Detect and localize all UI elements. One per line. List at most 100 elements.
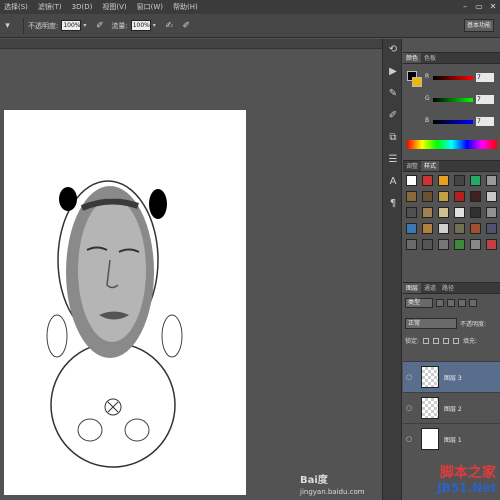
minimize-icon[interactable]: –	[460, 3, 470, 11]
actions-icon[interactable]: ▶	[383, 61, 403, 83]
style-swatch[interactable]	[438, 191, 449, 202]
brush-icon[interactable]: ✐	[383, 105, 403, 127]
style-swatch[interactable]	[454, 191, 465, 202]
green-slider[interactable]: G 7	[425, 95, 497, 105]
tab-styles[interactable]: 样式	[421, 161, 440, 171]
pressure-size-icon[interactable]: ✐	[181, 20, 192, 32]
layer-kind-select[interactable]: 类型	[405, 297, 433, 308]
style-swatch[interactable]	[438, 239, 449, 250]
tab-color[interactable]: 颜色	[403, 53, 422, 63]
style-swatch[interactable]	[470, 191, 481, 202]
style-swatch[interactable]	[470, 175, 481, 186]
lock-image-icon[interactable]	[433, 337, 440, 344]
style-swatch[interactable]	[438, 175, 449, 186]
style-swatch[interactable]	[486, 207, 497, 218]
chevron-down-icon[interactable]: ▾	[153, 20, 160, 31]
style-swatch[interactable]	[406, 175, 417, 186]
style-swatch[interactable]	[486, 223, 497, 234]
site-watermark-cn: 脚本之家	[440, 465, 496, 481]
menu-view[interactable]: 视图(V)	[100, 2, 134, 12]
background-swatch[interactable]	[412, 77, 422, 87]
color-spectrum[interactable]	[407, 140, 497, 149]
lock-transparent-icon[interactable]	[423, 337, 430, 344]
style-swatch[interactable]	[438, 223, 449, 234]
character-icon[interactable]: A	[383, 171, 403, 193]
tab-adjustments[interactable]: 调整	[403, 161, 421, 171]
clone-source-icon[interactable]: ⧉	[383, 127, 403, 149]
left-leg	[77, 418, 103, 442]
style-swatch[interactable]	[470, 223, 481, 234]
maximize-icon[interactable]: ▭	[474, 3, 484, 11]
layer-name: 图层 2	[444, 405, 462, 413]
opacity-input[interactable]: 100%	[61, 20, 82, 31]
tool-presets-icon[interactable]: ✎	[383, 83, 403, 105]
chevron-down-icon[interactable]: ▾	[83, 20, 90, 31]
style-swatch[interactable]	[454, 239, 465, 250]
paragraph-icon[interactable]: ¶	[383, 193, 403, 215]
shape-filter-icon[interactable]	[469, 298, 477, 307]
pixel-filter-icon[interactable]	[436, 298, 444, 307]
style-swatch[interactable]	[454, 207, 465, 218]
tab-paths[interactable]: 路径	[439, 283, 457, 293]
red-bar[interactable]	[433, 76, 473, 80]
flow-input[interactable]: 100%	[130, 20, 151, 31]
eye-icon[interactable]: ○	[403, 404, 415, 412]
layer-row[interactable]: ○ 图层 1	[403, 423, 500, 454]
body-circle	[50, 342, 176, 468]
style-swatch[interactable]	[422, 191, 433, 202]
eye-icon[interactable]: ○	[403, 435, 415, 443]
style-swatch[interactable]	[422, 207, 433, 218]
layer-name: 图层 3	[444, 374, 462, 382]
fill-label: 填充:	[463, 338, 478, 345]
tab-layers[interactable]: 图层	[403, 283, 422, 293]
menu-help[interactable]: 帮助(H)	[171, 2, 206, 12]
left-ear	[59, 187, 77, 211]
red-value[interactable]: 7	[476, 73, 494, 82]
blue-slider[interactable]: B 7	[425, 117, 497, 127]
adjust-icon[interactable]: ☰	[383, 149, 403, 171]
menu-3d[interactable]: 3D(D)	[70, 3, 101, 11]
style-swatch[interactable]	[422, 223, 433, 234]
style-swatch[interactable]	[406, 207, 417, 218]
style-swatch[interactable]	[486, 175, 497, 186]
style-swatch[interactable]	[486, 191, 497, 202]
lock-all-icon[interactable]	[453, 337, 460, 344]
style-swatch[interactable]	[486, 239, 497, 250]
tab-channels[interactable]: 通道	[421, 283, 439, 293]
document-canvas[interactable]	[4, 110, 246, 495]
pressure-opacity-icon[interactable]: ✐	[94, 20, 105, 32]
layer-row[interactable]: ○ 图层 3	[403, 361, 500, 392]
window-controls: – ▭ ✕	[460, 0, 498, 14]
style-swatch[interactable]	[454, 175, 465, 186]
airbrush-icon[interactable]: ✍	[164, 20, 175, 32]
workspace-button[interactable]: 基本功能	[464, 19, 494, 32]
lock-position-icon[interactable]	[443, 337, 450, 344]
style-swatch[interactable]	[422, 239, 433, 250]
style-swatch[interactable]	[454, 223, 465, 234]
style-swatch[interactable]	[406, 223, 417, 234]
style-swatch[interactable]	[470, 207, 481, 218]
style-swatch[interactable]	[438, 207, 449, 218]
site-watermark-en: JB51.Net	[437, 481, 496, 495]
blend-mode-select[interactable]: 正常	[405, 318, 457, 329]
green-bar[interactable]	[433, 98, 473, 102]
green-value[interactable]: 7	[476, 95, 494, 104]
close-icon[interactable]: ✕	[488, 3, 498, 11]
blue-bar[interactable]	[433, 120, 473, 124]
history-icon[interactable]: ⟲	[383, 39, 403, 61]
adjustment-filter-icon[interactable]	[447, 298, 455, 307]
eye-icon[interactable]: ○	[403, 373, 415, 381]
menu-filter[interactable]: 滤镜(T)	[36, 2, 70, 12]
style-swatch[interactable]	[422, 175, 433, 186]
type-filter-icon[interactable]	[458, 298, 466, 307]
brush-preset-icon[interactable]: ▾	[2, 20, 13, 32]
layer-row[interactable]: ○ 图层 2	[403, 392, 500, 423]
menu-select[interactable]: 选择(S)	[2, 2, 36, 12]
menu-window[interactable]: 窗口(W)	[135, 2, 171, 12]
red-slider[interactable]: R 7	[425, 73, 497, 83]
blue-value[interactable]: 7	[476, 117, 494, 126]
tab-swatches[interactable]: 色板	[421, 53, 439, 63]
style-swatch[interactable]	[406, 239, 417, 250]
style-swatch[interactable]	[406, 191, 417, 202]
style-swatch[interactable]	[470, 239, 481, 250]
